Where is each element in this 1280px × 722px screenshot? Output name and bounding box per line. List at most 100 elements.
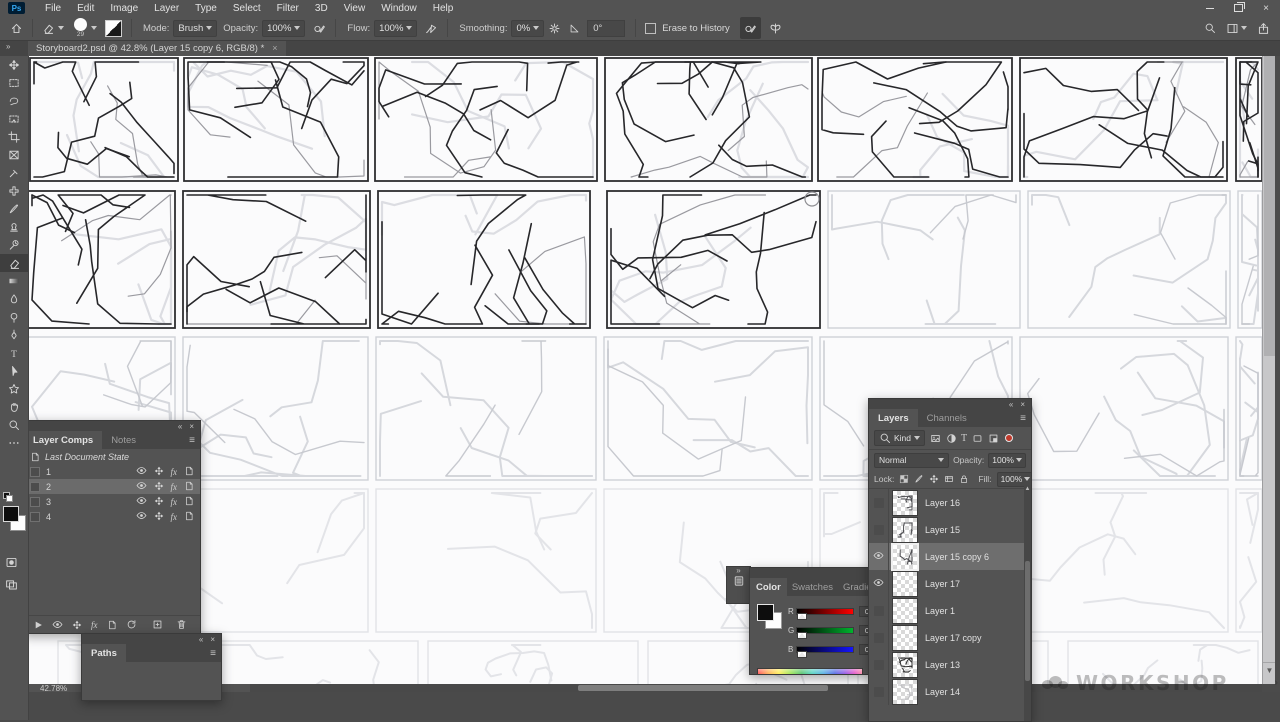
tool-move-icon[interactable]: [0, 56, 28, 74]
comp-doc-icon[interactable]: [184, 511, 194, 523]
eye-icon[interactable]: [136, 480, 147, 493]
filter-type-layers-icon[interactable]: T: [961, 433, 967, 444]
layer-name[interactable]: Layer 17: [925, 579, 960, 589]
tool-blur-icon[interactable]: [0, 290, 28, 308]
slider-thumb-icon[interactable]: [798, 633, 806, 638]
tab-layers[interactable]: Layers: [869, 409, 918, 427]
layer-thumbnail[interactable]: [893, 545, 917, 569]
channel-slider[interactable]: [796, 608, 854, 615]
tab-gradients[interactable]: Gradients: [838, 578, 870, 596]
tool-clone-stamp-icon[interactable]: [0, 218, 28, 236]
menu-item-3d[interactable]: 3D: [307, 3, 336, 14]
eye-icon[interactable]: [873, 575, 884, 593]
appearance-icon[interactable]: fx: [171, 497, 178, 507]
tool-brush-icon[interactable]: [0, 200, 28, 218]
screen-mode-icon[interactable]: [5, 576, 18, 594]
channel-slider[interactable]: [796, 646, 854, 653]
layer-comp-row-2[interactable]: 2 fx: [24, 479, 200, 494]
slider-thumb-icon[interactable]: [798, 614, 806, 619]
layer-row-layer-14[interactable]: Layer 14: [869, 678, 1031, 705]
share-icon[interactable]: [1257, 22, 1270, 35]
layer-row-layer-17-copy[interactable]: Layer 17 copy: [869, 624, 1031, 651]
collapse-panel-icon[interactable]: «: [1009, 400, 1013, 409]
close-panel-icon[interactable]: ×: [1020, 400, 1025, 409]
lock-artboard-icon[interactable]: [944, 474, 954, 484]
menu-item-type[interactable]: Type: [187, 3, 225, 14]
lock-pixels-icon[interactable]: [914, 474, 924, 484]
layer-thumbnail[interactable]: [893, 572, 917, 596]
pressure-opacity-icon[interactable]: [309, 17, 330, 39]
menu-item-filter[interactable]: Filter: [269, 3, 307, 14]
layer-row-layer-1[interactable]: Layer 1: [869, 597, 1031, 624]
opacity-dropdown[interactable]: 100%: [262, 20, 305, 37]
eye-icon[interactable]: [136, 495, 147, 508]
last-document-state-row[interactable]: Last Document State: [24, 449, 200, 464]
smoothing-dropdown[interactable]: 0%: [511, 20, 544, 37]
collapse-panel-icon[interactable]: «: [178, 422, 182, 431]
panel-menu-icon[interactable]: ≡: [189, 435, 195, 446]
delete-comp-icon[interactable]: [176, 619, 187, 630]
workspace-switcher-icon[interactable]: [1226, 22, 1247, 35]
collapsed-panel-dock[interactable]: »: [726, 566, 751, 604]
tool-zoom-icon[interactable]: [0, 416, 28, 434]
comp-apply-checkbox[interactable]: [30, 482, 40, 492]
appearance-icon[interactable]: fx: [171, 482, 178, 492]
panel-menu-icon[interactable]: ≡: [1020, 413, 1026, 424]
apply-comp-icon[interactable]: [34, 620, 43, 630]
menu-item-help[interactable]: Help: [425, 3, 462, 14]
tool-pen-icon[interactable]: [0, 326, 28, 344]
tool-eraser-icon[interactable]: [0, 254, 28, 272]
appearance-icon[interactable]: fx: [171, 512, 178, 522]
tool-lasso-icon[interactable]: [0, 92, 28, 110]
layer-comp-row-3[interactable]: 3 fx: [24, 494, 200, 509]
appearance-icon[interactable]: fx: [171, 467, 178, 477]
comp-apply-checkbox[interactable]: [30, 467, 40, 477]
foreground-color-swatch[interactable]: [757, 604, 774, 621]
mode-dropdown[interactable]: Brush: [173, 20, 217, 37]
foreground-background-swatches[interactable]: [3, 506, 25, 530]
foreground-color-swatch[interactable]: [3, 506, 19, 522]
eye-toggle-empty[interactable]: [874, 660, 884, 670]
erase-to-history-checkbox[interactable]: Erase to History: [641, 17, 734, 39]
tool-object-selection-icon[interactable]: [0, 110, 28, 128]
close-panel-icon[interactable]: ×: [210, 635, 215, 644]
update-position-icon[interactable]: [72, 620, 82, 630]
tool-spot-healing-icon[interactable]: [0, 182, 28, 200]
docked-panel-icon[interactable]: [733, 575, 745, 587]
position-icon[interactable]: [154, 466, 164, 478]
layer-row-layer-15-copy-6[interactable]: Layer 15 copy 6: [869, 543, 1031, 570]
slider-thumb-icon[interactable]: [798, 652, 806, 657]
layer-name[interactable]: Layer 14: [925, 687, 960, 697]
eye-toggle-empty[interactable]: [874, 606, 884, 616]
default-colors-icon[interactable]: [3, 492, 13, 501]
tool-crop-icon[interactable]: [0, 128, 28, 146]
tab-layer-comps[interactable]: Layer Comps: [24, 431, 102, 449]
visibility-cell[interactable]: [869, 570, 889, 597]
visibility-cell[interactable]: [869, 489, 889, 516]
filter-smart-objects-icon[interactable]: [988, 433, 999, 444]
symmetry-icon[interactable]: [765, 17, 786, 39]
update-appearance-icon[interactable]: fx: [91, 620, 98, 630]
brush-preset-picker[interactable]: 29: [74, 18, 87, 39]
eye-toggle-empty[interactable]: [874, 633, 884, 643]
home-icon[interactable]: [6, 17, 27, 39]
color-panel-swatches[interactable]: [757, 604, 783, 630]
update-visibility-icon[interactable]: [52, 619, 63, 630]
layers-scrollbar[interactable]: ▲: [1024, 485, 1031, 721]
eye-toggle-empty[interactable]: [874, 687, 884, 697]
tool-path-selection-icon[interactable]: [0, 362, 28, 380]
tool-edit-toolbar-icon[interactable]: [0, 434, 28, 452]
tool-marquee-icon[interactable]: [0, 74, 28, 92]
visibility-cell[interactable]: [869, 597, 889, 624]
layer-comp-row-1[interactable]: 1 fx: [24, 464, 200, 479]
visibility-cell[interactable]: [869, 543, 889, 570]
close-icon[interactable]: ×: [1252, 0, 1280, 16]
filter-shape-layers-icon[interactable]: [972, 433, 983, 444]
tab-notes[interactable]: Notes: [102, 431, 145, 449]
menu-item-edit[interactable]: Edit: [69, 3, 102, 14]
filter-adjustment-layers-icon[interactable]: [946, 433, 957, 444]
document-tab[interactable]: Storyboard2.psd @ 42.8% (Layer 15 copy 6…: [28, 40, 286, 56]
update-comp-icon[interactable]: [107, 620, 117, 630]
smoothing-options-gear-icon[interactable]: [544, 17, 565, 39]
layer-row-layer-16[interactable]: Layer 16: [869, 489, 1031, 516]
